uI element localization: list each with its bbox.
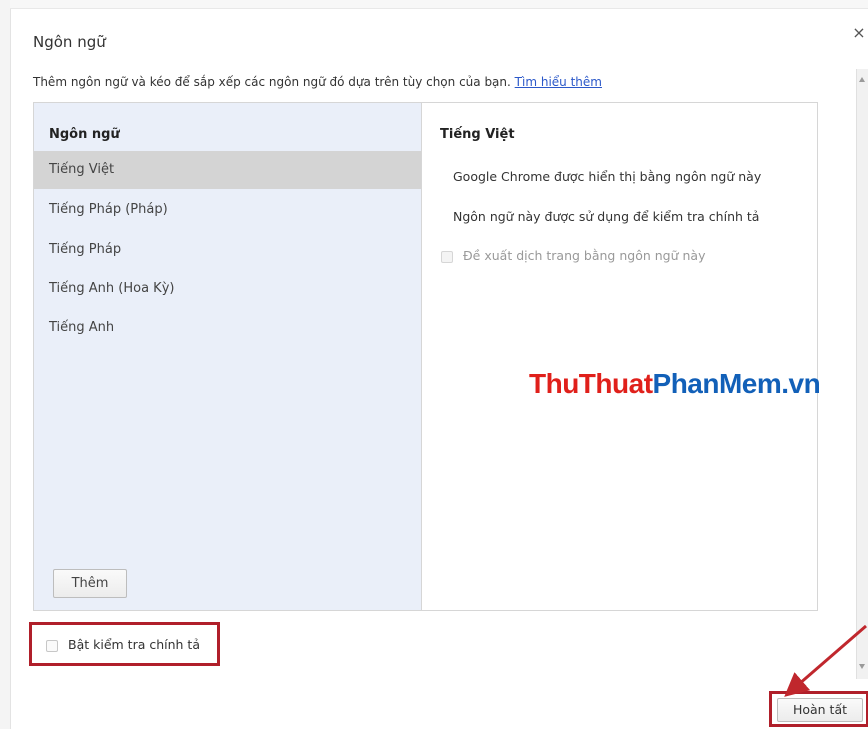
annotation-arrow-icon bbox=[784, 624, 867, 697]
background-page-top bbox=[10, 0, 868, 9]
languages-dialog: Ngôn ngữ × Thêm ngôn ngữ và kéo để sắp x… bbox=[11, 9, 868, 729]
background-page-edge bbox=[0, 0, 11, 729]
